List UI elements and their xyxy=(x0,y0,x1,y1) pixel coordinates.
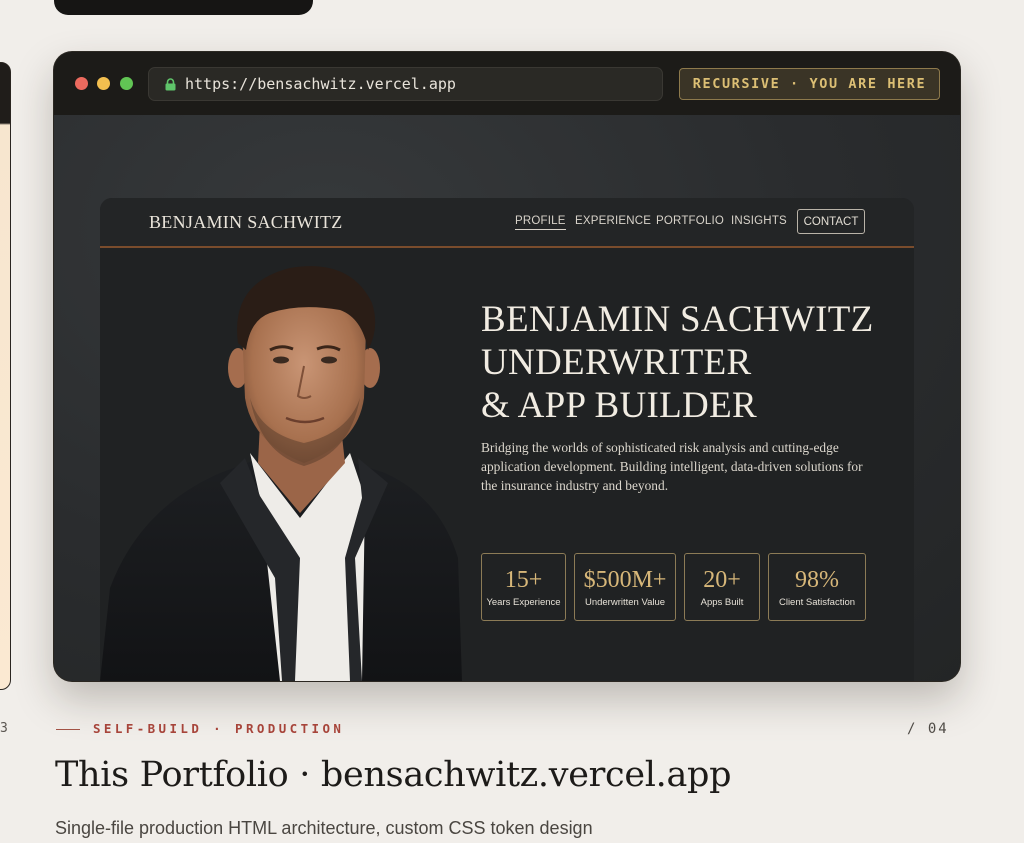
stat-value: 98% xyxy=(795,566,839,593)
stat-card-apps: 20+ Apps Built xyxy=(684,553,760,621)
project-title[interactable]: This Portfolio · bensachwitz.vercel.app xyxy=(55,755,732,795)
browser-viewport: BENJAMIN SACHWITZ PROFILE EXPERIENCE POR… xyxy=(54,115,960,681)
url-text: https://bensachwitz.vercel.app xyxy=(185,75,456,93)
site-preview: BENJAMIN SACHWITZ PROFILE EXPERIENCE POR… xyxy=(100,198,914,681)
hero-title-line: BENJAMIN SACHWITZ xyxy=(481,299,874,340)
stat-label: Client Satisfaction xyxy=(778,596,856,608)
stat-label: Underwritten Value xyxy=(584,596,666,608)
maximize-window-icon xyxy=(120,77,133,90)
site-logo[interactable]: BENJAMIN SACHWITZ xyxy=(149,212,343,233)
caption-divider xyxy=(56,729,80,730)
previous-card-fragment-top[interactable] xyxy=(54,0,313,15)
portrait-photo xyxy=(100,266,462,681)
stat-card-underwritten: $500M+ Underwritten Value xyxy=(574,553,676,621)
site-navbar: BENJAMIN SACHWITZ PROFILE EXPERIENCE POR… xyxy=(100,198,914,248)
contact-button[interactable]: CONTACT xyxy=(797,209,865,234)
close-window-icon xyxy=(75,77,88,90)
stat-label: Years Experience xyxy=(486,596,561,608)
lock-icon xyxy=(165,77,176,90)
previous-card-index: 3 xyxy=(0,721,8,736)
stat-value: 20+ xyxy=(703,566,741,593)
hero-description: Bridging the worlds of sophisticated ris… xyxy=(481,440,863,493)
minimize-window-icon xyxy=(97,77,110,90)
nav-link-insights[interactable]: INSIGHTS xyxy=(731,215,787,227)
project-index: / 04 xyxy=(907,721,949,737)
nav-link-profile[interactable]: PROFILE xyxy=(515,215,566,230)
nav-link-portfolio[interactable]: PORTFOLIO xyxy=(656,215,724,227)
stat-label: Apps Built xyxy=(700,596,744,608)
browser-mockup[interactable]: https://bensachwitz.vercel.app RECURSIVE… xyxy=(54,52,960,681)
nav-link-experience[interactable]: EXPERIENCE xyxy=(575,215,651,227)
hero-title-line: & APP BUILDER xyxy=(481,385,757,426)
hero-title: BENJAMIN SACHWITZ UNDERWRITER & APP BUIL… xyxy=(481,298,901,427)
browser-toolbar: https://bensachwitz.vercel.app RECURSIVE… xyxy=(54,52,960,115)
stat-card-satisfaction: 98% Client Satisfaction xyxy=(768,553,866,621)
stat-card-experience: 15+ Years Experience xyxy=(481,553,566,621)
project-tag: SELF-BUILD · PRODUCTION xyxy=(93,721,345,736)
stat-value: $500M+ xyxy=(583,566,667,593)
address-bar: https://bensachwitz.vercel.app xyxy=(148,67,663,101)
project-description: Single-file production HTML architecture… xyxy=(55,818,593,838)
previous-card-fragment-left[interactable] xyxy=(0,62,11,690)
recursive-badge: RECURSIVE · YOU ARE HERE xyxy=(679,68,940,100)
hero-title-line: UNDERWRITER xyxy=(481,342,752,383)
stat-value: 15+ xyxy=(504,566,543,593)
